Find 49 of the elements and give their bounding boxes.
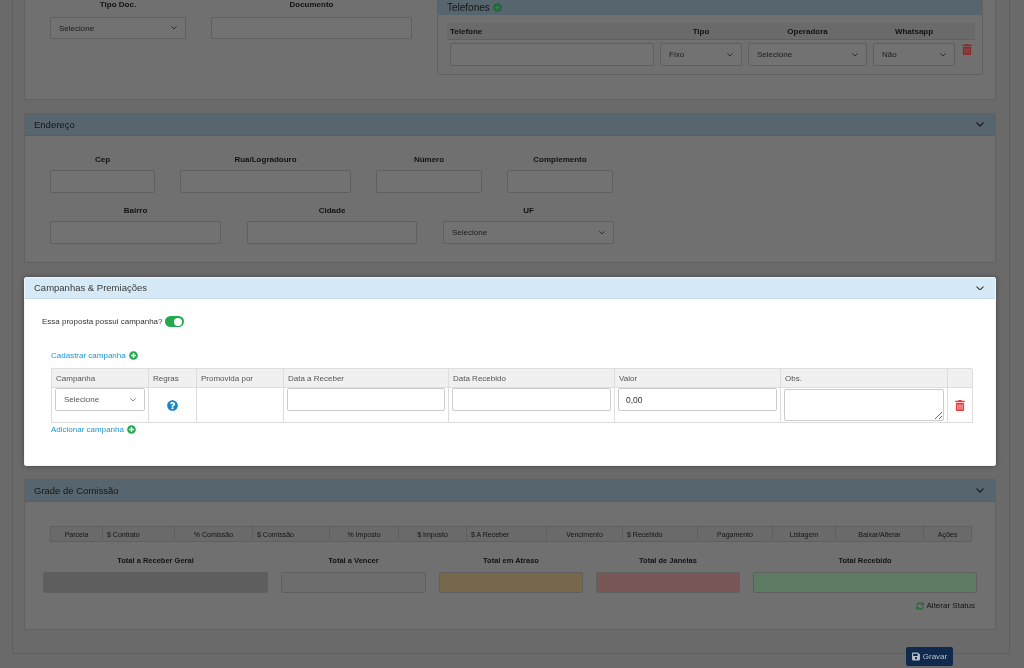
toggle-switch[interactable] <box>164 316 184 327</box>
caret-icon <box>599 230 605 235</box>
field-label: UF <box>523 206 534 216</box>
column-header: Regras <box>149 369 197 388</box>
panel-title: Endereço <box>34 118 75 131</box>
select-field[interactable]: Fixo <box>660 43 742 66</box>
select-field[interactable]: Selecione <box>50 17 186 39</box>
panel-title: Grade de Comissão <box>34 484 119 497</box>
obs-textarea[interactable] <box>784 389 944 421</box>
add-campaign-link[interactable]: Adicionar campanha <box>51 424 136 435</box>
column-header: Tipo <box>691 26 711 36</box>
save-button[interactable]: Gravar <box>906 647 953 666</box>
column-header: Whatsapp <box>893 26 935 36</box>
caret-icon <box>171 26 177 30</box>
field-label: Complemento <box>533 155 587 165</box>
column-header: Operadora <box>786 26 829 36</box>
field-label: Cep <box>94 155 111 165</box>
refresh-icon <box>915 601 924 610</box>
panel-title: Campanhas & Premiações <box>34 282 147 294</box>
select-field[interactable]: Selecione <box>443 221 614 244</box>
caret-icon <box>940 52 946 57</box>
column-header: Valor <box>615 369 781 388</box>
column-header: Data Recebido <box>449 369 615 388</box>
help-icon[interactable] <box>167 399 178 411</box>
select-field[interactable]: Selecione <box>55 388 145 411</box>
column-header: Obs. <box>781 369 948 388</box>
field-label: Bairro <box>123 206 148 216</box>
field-label: Tipo Doc. <box>99 0 137 10</box>
trash-icon[interactable] <box>961 44 972 55</box>
panel-title: Telefones <box>447 1 490 14</box>
caret-icon <box>852 52 858 57</box>
chevron-icon[interactable] <box>976 285 984 291</box>
change-status-link[interactable]: Alterar Status <box>915 600 975 611</box>
field-label: Documento <box>289 0 334 10</box>
column-header: Campanha <box>52 369 149 388</box>
field-label: Cidade <box>318 206 346 216</box>
select-field[interactable]: Selecione <box>748 43 867 66</box>
field-label: Número <box>413 155 445 165</box>
caret-icon <box>130 397 136 402</box>
trash-icon[interactable] <box>955 399 965 411</box>
column-header: Promovida por <box>197 369 284 388</box>
text-input[interactable]: 0,00 <box>618 388 777 411</box>
column-header: Telefone <box>449 26 484 36</box>
select-field[interactable]: Não <box>873 43 955 66</box>
register-campaign-link[interactable]: Cadastrar campanha <box>51 350 138 361</box>
field-label: Rua/Logradouro <box>234 155 297 165</box>
column-header: Data a Receber <box>284 369 449 388</box>
caret-icon <box>727 52 733 57</box>
question-text: Essa proposta possui campanha? <box>42 317 163 326</box>
